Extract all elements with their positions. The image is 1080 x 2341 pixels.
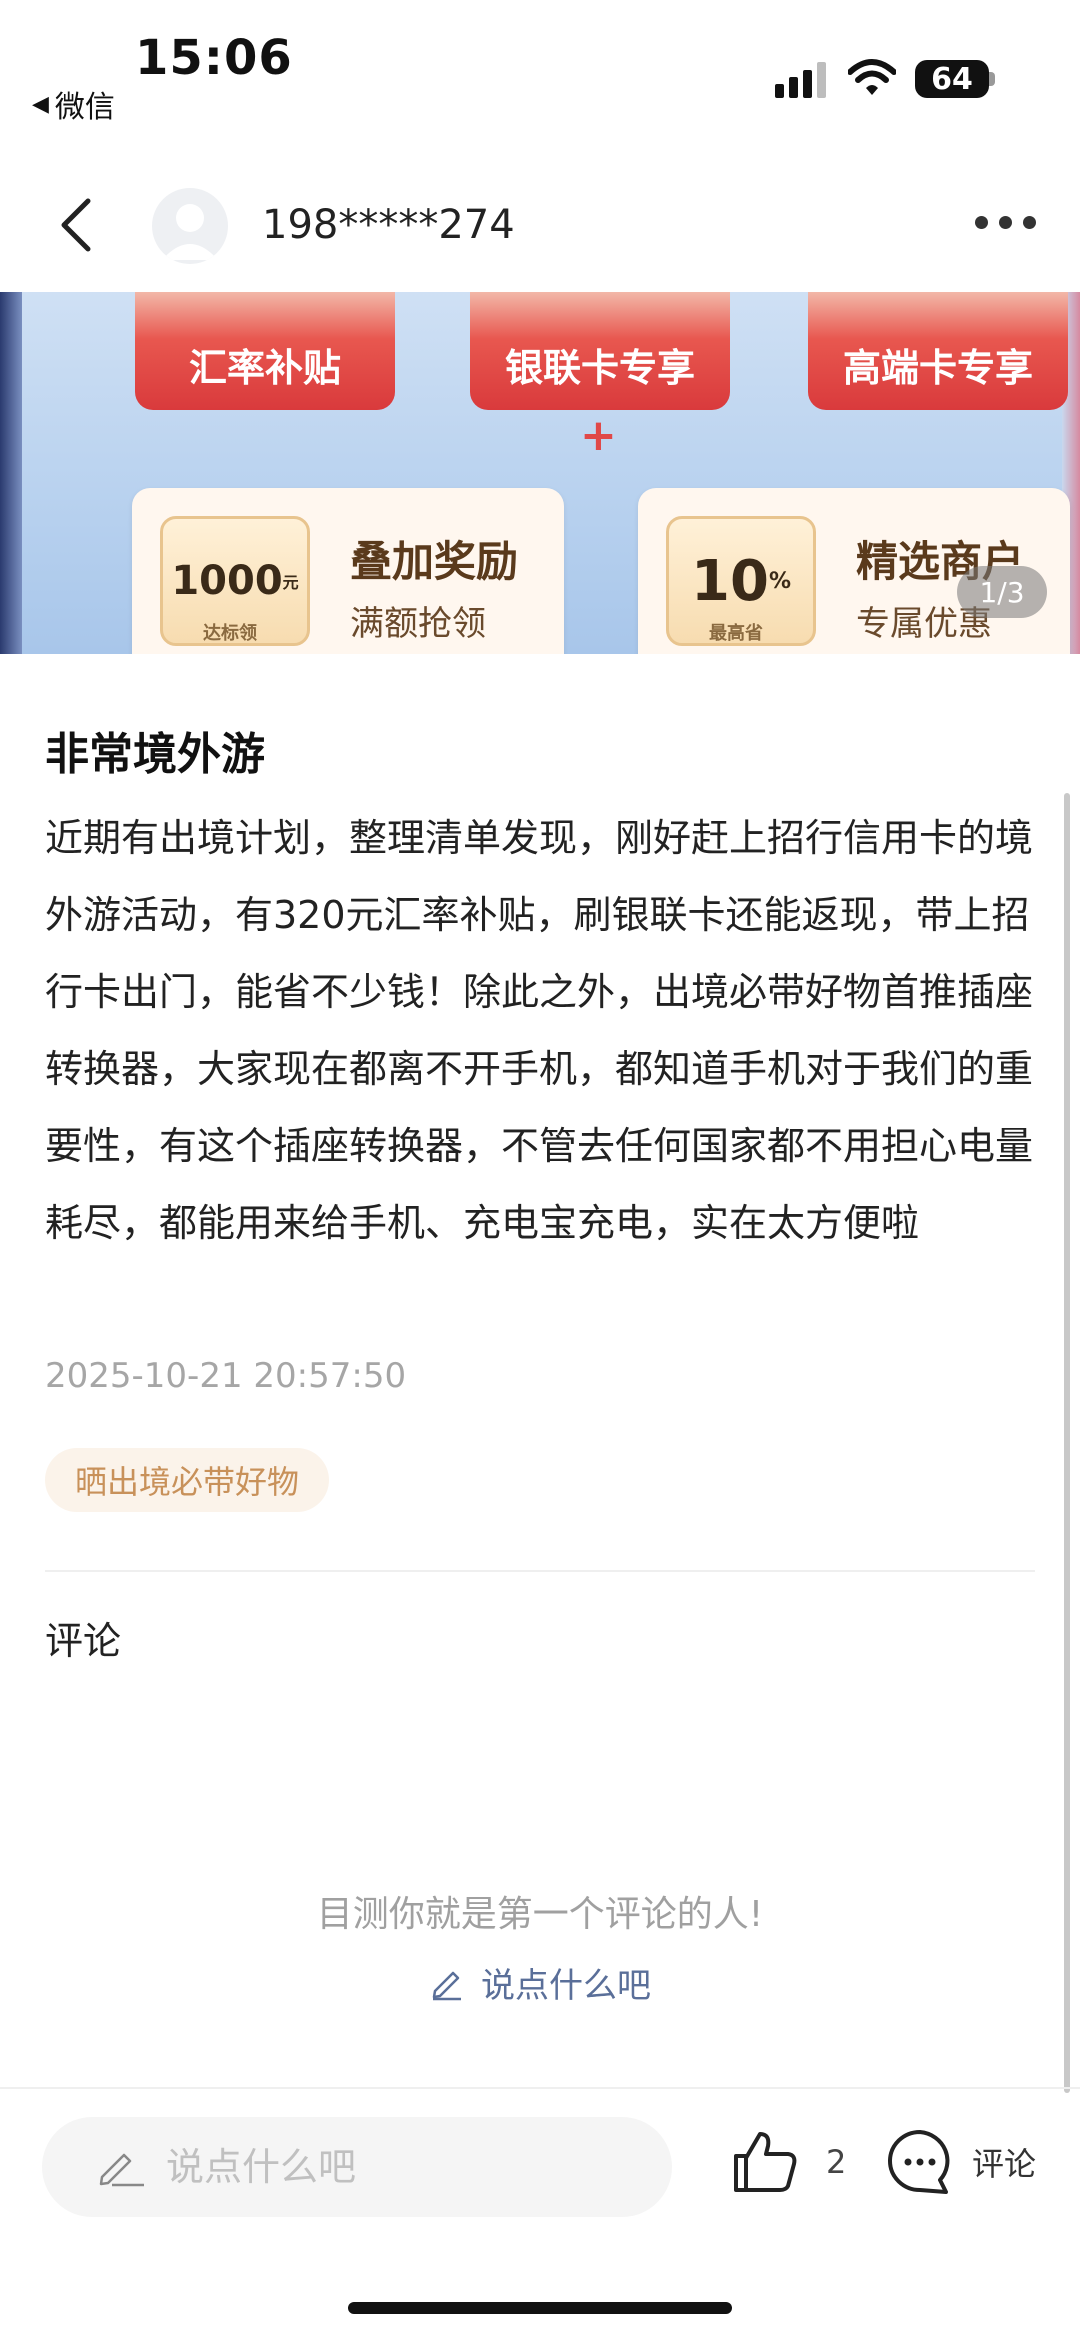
thumbs-up-icon <box>734 2132 797 2192</box>
banner-card-2-badge: 10% 最高省 <box>666 516 816 646</box>
more-dots-icon[interactable] <box>975 216 1039 236</box>
banner-card-1: 1000 元 达标领 叠加奖励 满额抢领 <box>132 488 564 654</box>
banner-edge-left <box>0 292 22 654</box>
comment-label: 评论 <box>972 2145 1037 2183</box>
banner-tag-3: 高端卡专享 <box>808 292 1068 410</box>
back-app-label: 微信 <box>54 90 115 125</box>
home-indicator[interactable] <box>348 2302 732 2314</box>
back-triangle-icon: ◀ <box>32 91 49 117</box>
banner-card-1-subtitle: 满额抢领 <box>350 604 486 644</box>
post-timestamp: 2025-10-21 20:57:50 <box>45 1356 407 1396</box>
banner-tag-1: 汇率补贴 <box>135 292 395 410</box>
post-title: 非常境外游 <box>45 729 265 780</box>
like-button[interactable]: 2 <box>730 2128 846 2196</box>
divider <box>45 1570 1035 1572</box>
comments-heading: 评论 <box>45 1619 122 1663</box>
pencil-icon <box>432 1971 461 2000</box>
author-username[interactable]: 198*****274 <box>262 202 515 248</box>
avatar[interactable] <box>152 188 228 264</box>
write-comment-label: 说点什么吧 <box>481 1966 651 2006</box>
banner-card-1-title: 叠加奖励 <box>350 537 519 586</box>
write-comment-link[interactable]: 说点什么吧 <box>0 1958 1080 2007</box>
default-user-icon <box>162 204 218 260</box>
status-time: 15:06 <box>135 30 293 86</box>
like-count: 2 <box>826 2143 847 2181</box>
bottom-bar-divider <box>0 2087 1080 2089</box>
comment-button[interactable]: 评论 <box>886 2128 1036 2196</box>
battery-nub <box>989 72 995 86</box>
comment-input-box[interactable] <box>42 2117 672 2217</box>
image-page-counter: 1/3 <box>957 566 1047 618</box>
banner-tag-2: 银联卡专享 <box>470 292 730 410</box>
wifi-icon <box>848 59 896 95</box>
pencil-icon <box>99 2153 144 2187</box>
post-body: 近期有出境计划，整理清单发现，刚好赶上招行信用卡的境外游活动，有320元汇率补贴… <box>45 816 1034 1245</box>
post-image-carousel[interactable]: 汇率补贴 银联卡专享 高端卡专享 + 1000 元 达标领 叠加奖励 满额抢领 1… <box>0 292 1080 654</box>
cellular-signal-icon <box>775 62 826 98</box>
battery-indicator: 64 <box>915 60 989 98</box>
back-to-app-link[interactable]: ◀ 微信 <box>32 82 115 126</box>
banner-card-1-badge: 1000 元 达标领 <box>160 516 310 646</box>
banner-plus: + <box>580 410 617 461</box>
no-comments-text: 目测你就是第一个评论的人! <box>316 1894 764 1935</box>
topic-tag[interactable]: 晒出境必带好物 <box>45 1448 330 1512</box>
chevron-left-icon[interactable] <box>52 195 102 255</box>
comment-input[interactable] <box>164 2144 608 2190</box>
comment-bubble-icon <box>888 2130 950 2194</box>
